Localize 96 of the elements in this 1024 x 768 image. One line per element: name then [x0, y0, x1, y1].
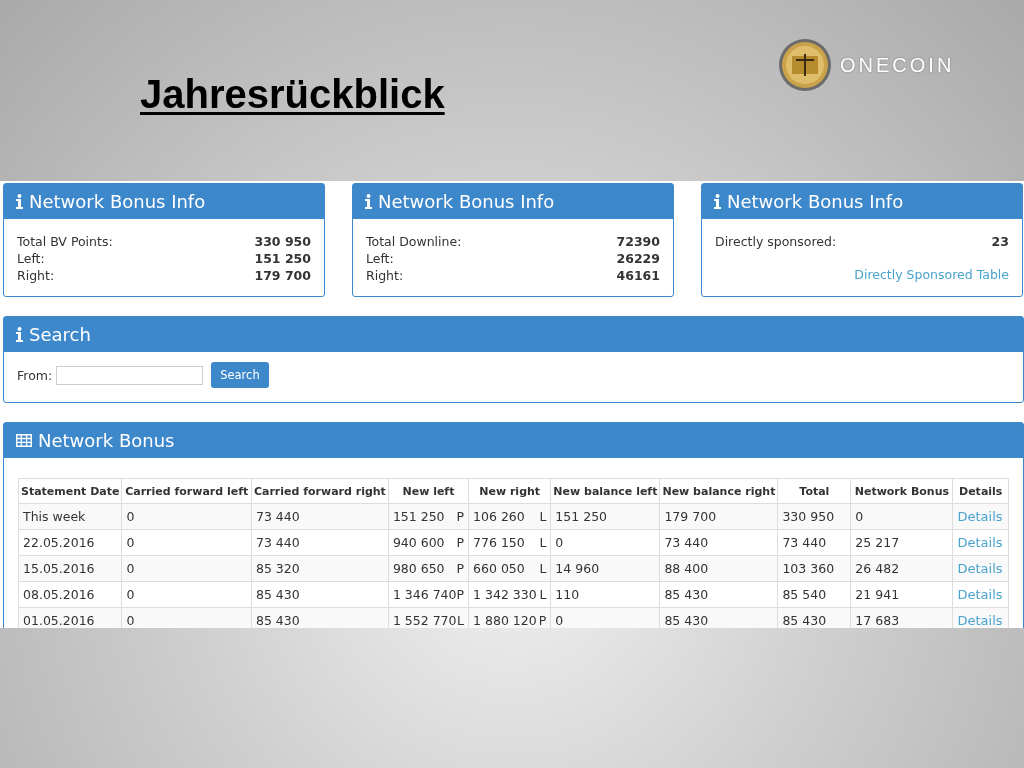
info-icon — [714, 194, 721, 209]
table-cell: 0 — [126, 535, 135, 550]
stat-label: Directly sponsored: — [715, 233, 837, 250]
table-cell: 660 050 — [473, 561, 525, 576]
stat-label: Total BV Points: — [17, 233, 113, 250]
table-cell: 26 482 — [855, 561, 900, 576]
table-cell: 0 — [555, 613, 564, 628]
table-cell: 85 430 — [782, 613, 827, 628]
coin-logo-icon — [778, 38, 832, 92]
stat-value: 179 700 — [254, 267, 311, 284]
table-cell: 01.05.2016 — [23, 613, 95, 628]
stat-value: 26229 — [616, 250, 660, 267]
leg-marker: L — [539, 561, 547, 576]
table-cell: 151 250 — [392, 509, 445, 524]
stat-label: Total Downline: — [366, 233, 462, 250]
logo-text: ONECOIN — [840, 53, 955, 77]
table-cell: 88 400 — [664, 561, 709, 576]
table-cell: 0 — [126, 509, 135, 524]
table-cell: This week — [23, 509, 86, 524]
table-cell: 1 346 740 — [392, 587, 457, 602]
stat-value: 23 — [991, 233, 1009, 250]
table-cell: 940 600 — [392, 535, 445, 550]
leg-marker: L — [539, 535, 547, 550]
table-cell: 85 540 — [782, 587, 827, 602]
table-cell: 776 150 — [473, 535, 525, 550]
field-label: From: — [17, 367, 53, 383]
table-cell: 0 — [126, 561, 135, 576]
info-icon — [365, 194, 372, 209]
table-cell: 15.05.2016 — [23, 561, 95, 576]
column-header: Details — [959, 484, 1003, 498]
table-cell: 08.05.2016 — [23, 587, 95, 602]
stat-value: 46161 — [616, 267, 660, 284]
column-header: New balance left — [553, 484, 658, 498]
table-cell: 103 360 — [782, 561, 835, 576]
stat-label: Right: — [366, 267, 404, 284]
table-cell: 980 650 — [392, 561, 445, 576]
panel-title: Search — [29, 324, 91, 345]
column-header: New left — [402, 484, 455, 498]
stat-value: 151 250 — [254, 250, 311, 267]
table-cell: 106 260 — [473, 509, 525, 524]
table-cell: 25 217 — [855, 535, 900, 550]
table-cell: 330 950 — [782, 509, 835, 524]
column-header: Total — [799, 484, 830, 498]
table-link[interactable]: Directly Sponsored Table — [854, 267, 1009, 282]
table-cell: 14 960 — [555, 561, 600, 576]
column-header: Carried forward right — [253, 484, 386, 498]
table-cell: 21 941 — [855, 587, 900, 602]
slide-title: Jahresrückblick — [140, 72, 445, 117]
column-header: New right — [479, 484, 541, 498]
table-cell: 73 440 — [664, 535, 709, 550]
table-cell: 85 430 — [664, 613, 709, 628]
search-button[interactable]: Search — [211, 362, 269, 388]
table-cell: 0 — [555, 535, 564, 550]
table-cell: 1 880 120 — [473, 613, 537, 628]
table-icon — [16, 434, 32, 447]
table-cell: 1 552 770 — [392, 613, 457, 628]
table-cell: 0 — [126, 613, 135, 628]
table-cell: 85 430 — [255, 613, 300, 628]
info-icon — [16, 327, 23, 342]
leg-marker: L — [457, 613, 465, 628]
stat-label: Left: — [17, 250, 45, 267]
table-cell: 0 — [126, 587, 135, 602]
stat-label: Left: — [366, 250, 394, 267]
leg-marker: P — [456, 587, 465, 602]
stat-value: 72390 — [616, 233, 660, 250]
table-cell: 151 250 — [555, 509, 608, 524]
panel-title: Network Bonus Info — [378, 191, 555, 212]
table-cell: 0 — [855, 509, 864, 524]
column-header: Carried forward left — [125, 484, 249, 498]
table-cell: 17 683 — [855, 613, 900, 628]
date-input[interactable] — [56, 365, 204, 385]
table-cell: 85 320 — [255, 561, 300, 576]
table-cell: 179 700 — [664, 509, 717, 524]
info-icon — [16, 194, 23, 209]
leg-marker: P — [538, 613, 547, 628]
column-header: Network Bonus — [854, 484, 950, 498]
column-header: Statement Date — [21, 484, 120, 498]
table-cell: 110 — [555, 587, 580, 602]
panel-title: Network Bonus Info — [29, 191, 206, 212]
table-cell: 1 342 330 — [473, 587, 537, 602]
table-cell: 85 430 — [664, 587, 709, 602]
leg-marker: L — [539, 587, 547, 602]
leg-marker: P — [456, 561, 465, 576]
panel-title: Network Bonus — [38, 430, 175, 451]
panel-title: Network Bonus Info — [727, 191, 904, 212]
table-cell: 85 430 — [255, 587, 300, 602]
leg-marker: P — [456, 509, 465, 524]
table-cell: 22.05.2016 — [23, 535, 95, 550]
leg-marker: P — [456, 535, 465, 550]
stat-value: 330 950 — [254, 233, 311, 250]
table-cell: 73 440 — [255, 509, 300, 524]
leg-marker: L — [539, 509, 547, 524]
stat-label: Right: — [17, 267, 55, 284]
table-cell: 73 440 — [782, 535, 827, 550]
column-header: New balance right — [662, 484, 776, 498]
table-cell: 73 440 — [255, 535, 300, 550]
